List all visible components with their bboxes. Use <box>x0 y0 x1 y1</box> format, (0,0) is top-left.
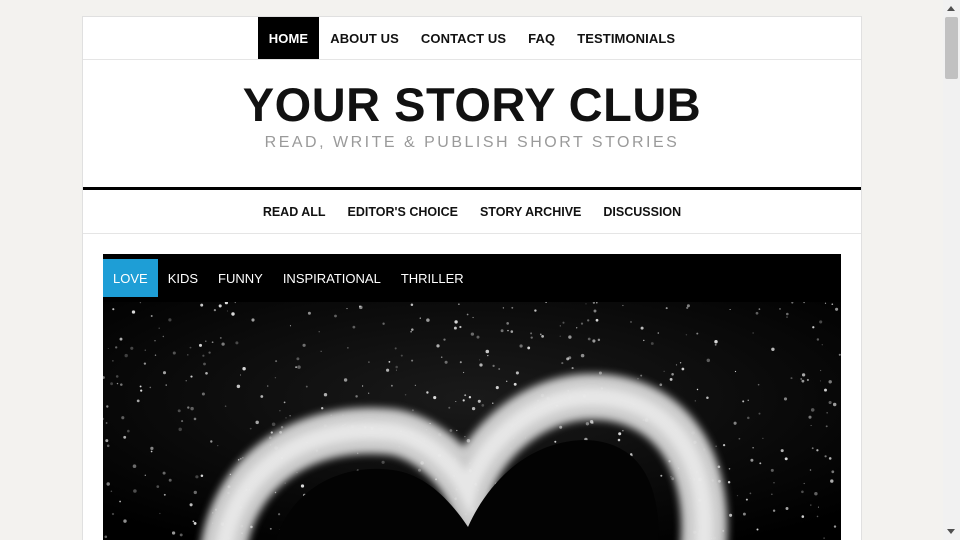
nav-discussion[interactable]: DISCUSSION <box>592 205 692 219</box>
nav-home[interactable]: HOME <box>257 17 320 59</box>
top-nav: HOME ABOUT US CONTACT US FAQ TESTIMONIAL… <box>83 17 861 60</box>
masthead: YOUR STORY CLUB READ, WRITE & PUBLISH SH… <box>83 60 861 190</box>
nav-testimonials[interactable]: TESTIMONIALS <box>566 17 686 59</box>
site-tagline: READ, WRITE & PUBLISH SHORT STORIES <box>264 134 680 151</box>
scroll-up-arrow-icon[interactable] <box>947 6 955 11</box>
featured-section: LOVE KIDS FUNNY INSPIRATIONAL THRILLER <box>83 234 861 540</box>
tab-kids[interactable]: KIDS <box>158 259 208 297</box>
tab-thriller[interactable]: THRILLER <box>391 259 474 297</box>
nav-about-us[interactable]: ABOUT US <box>319 17 410 59</box>
tab-inspirational[interactable]: INSPIRATIONAL <box>273 259 391 297</box>
site-title[interactable]: YOUR STORY CLUB <box>83 60 861 130</box>
nav-contact-us[interactable]: CONTACT US <box>410 17 517 59</box>
page-scrollbar[interactable] <box>943 0 960 540</box>
nav-faq[interactable]: FAQ <box>517 17 566 59</box>
nav-editors-choice[interactable]: EDITOR'S CHOICE <box>337 205 469 219</box>
scroll-down-arrow-icon[interactable] <box>947 529 955 534</box>
nav-story-archive[interactable]: STORY ARCHIVE <box>469 205 592 219</box>
category-tabs: LOVE KIDS FUNNY INSPIRATIONAL THRILLER <box>103 254 841 302</box>
tab-funny[interactable]: FUNNY <box>208 259 273 297</box>
page-container: HOME ABOUT US CONTACT US FAQ TESTIMONIAL… <box>82 16 862 540</box>
tab-love[interactable]: LOVE <box>103 259 158 297</box>
hero-image[interactable] <box>103 302 841 540</box>
sub-nav: READ ALL EDITOR'S CHOICE STORY ARCHIVE D… <box>83 190 861 234</box>
salt-heart-illustration <box>103 302 841 540</box>
scrollbar-thumb[interactable] <box>945 17 958 79</box>
nav-read-all[interactable]: READ ALL <box>252 205 337 219</box>
